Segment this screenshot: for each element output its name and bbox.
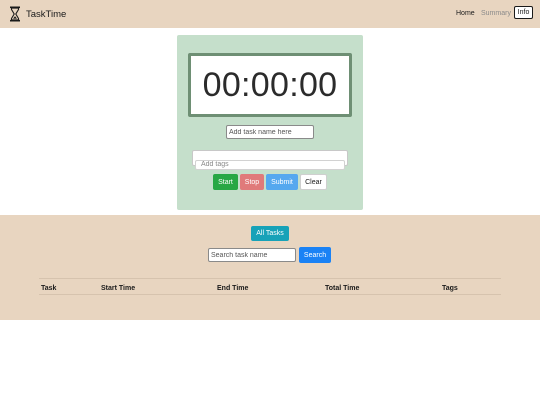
column-header-start-time: Start Time <box>101 285 136 292</box>
brand-name: TaskTime <box>26 8 67 20</box>
navbar: TaskTime Home Summary Info <box>0 0 540 28</box>
task-table-header: Task Start Time End Time Total Time Tags <box>39 278 501 295</box>
submit-button[interactable]: Submit <box>266 174 298 190</box>
task-list-section: All Tasks Search Task Start Time End Tim… <box>0 215 540 320</box>
timer-card: 00:00:00 Start Stop Submit Clear <box>177 35 363 210</box>
column-header-total-time: Total Time <box>325 285 360 292</box>
nav-link-summary[interactable]: Summary <box>481 10 511 17</box>
task-name-input[interactable] <box>226 125 314 139</box>
search-task-input[interactable] <box>208 248 296 262</box>
stop-button[interactable]: Stop <box>240 174 264 190</box>
column-header-end-time: End Time <box>217 285 249 292</box>
column-header-task: Task <box>41 285 57 292</box>
timer-display: 00:00:00 <box>188 53 352 117</box>
search-button[interactable]: Search <box>299 247 331 263</box>
hourglass-icon <box>10 6 20 22</box>
info-button[interactable]: Info <box>514 6 533 19</box>
tags-input[interactable] <box>195 159 345 170</box>
column-header-tags: Tags <box>442 285 458 292</box>
clear-button[interactable]: Clear <box>300 174 327 190</box>
tags-field <box>192 150 348 170</box>
all-tasks-button[interactable]: All Tasks <box>251 226 289 241</box>
start-button[interactable]: Start <box>213 174 238 190</box>
nav-link-home[interactable]: Home <box>456 10 475 17</box>
brand[interactable]: TaskTime <box>9 6 66 22</box>
